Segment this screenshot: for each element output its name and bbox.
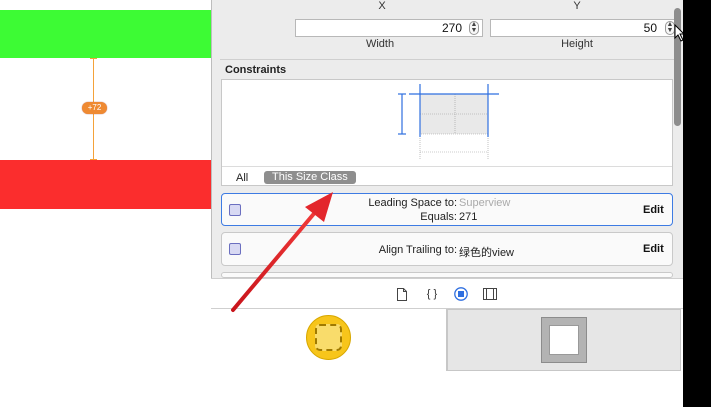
object-library-icon[interactable] <box>454 287 468 301</box>
width-field[interactable]: 270 <box>295 19 483 37</box>
size-class-divider <box>222 166 672 167</box>
constraint-1-constant: 271 <box>459 211 478 223</box>
annotation-arrow <box>231 192 333 312</box>
constraints-diagram <box>398 84 499 160</box>
height-field[interactable]: 50 <box>490 19 678 37</box>
green-view[interactable] <box>0 10 211 58</box>
mouse-cursor-icon <box>674 24 686 42</box>
size-class-all[interactable]: All <box>236 172 248 184</box>
height-label: Height <box>561 38 593 50</box>
constraint-1-target: Superview <box>459 197 511 209</box>
constraints-title: Constraints <box>225 64 287 76</box>
red-view[interactable] <box>0 160 211 209</box>
view-object-inner-icon <box>549 325 579 355</box>
code-snippet-icon[interactable]: { } <box>422 288 442 300</box>
window-edge <box>683 0 711 407</box>
constraint-1-edit-button[interactable]: Edit <box>643 204 664 216</box>
section-divider <box>220 59 674 60</box>
view-controller-inner-icon <box>315 324 342 351</box>
constraint-2-target: 绿色的view <box>459 247 515 259</box>
constraint-cap-top <box>90 58 97 59</box>
media-library-icon[interactable] <box>483 288 497 300</box>
constraint-1-equals-label: Equals: <box>420 211 457 223</box>
x-label: X <box>378 0 386 12</box>
constraint-2-edit-button[interactable]: Edit <box>643 243 664 255</box>
constraint-cap-bottom <box>90 159 97 160</box>
y-label: Y <box>573 0 581 12</box>
constraint-1-label: Leading Space to: <box>368 197 457 209</box>
spacing-badge[interactable]: +72 <box>82 102 107 114</box>
width-label: Width <box>365 38 395 50</box>
width-stepper[interactable]: ▲ ▼ <box>469 21 479 35</box>
file-template-icon[interactable] <box>396 288 408 301</box>
size-class-this[interactable]: This Size Class <box>264 171 356 184</box>
